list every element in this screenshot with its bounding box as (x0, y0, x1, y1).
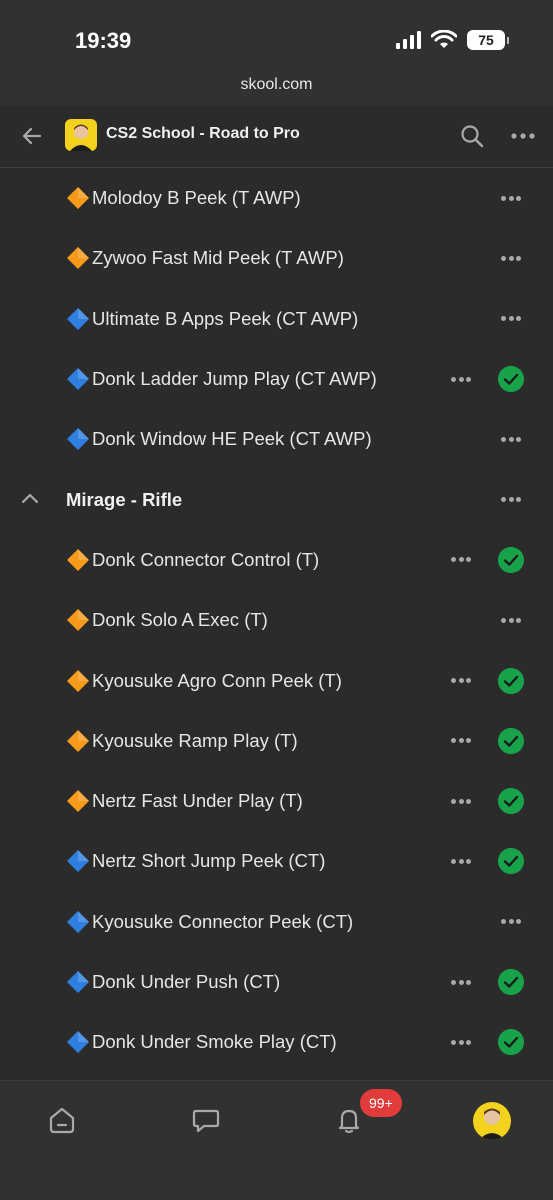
lesson-title[interactable]: Donk Connector Control (T) (92, 549, 319, 571)
more-icon[interactable] (448, 972, 474, 992)
check-icon (498, 546, 524, 573)
lesson-title[interactable]: Donk Under Push (CT) (92, 971, 280, 993)
blue-diamond-icon (67, 910, 89, 933)
bottom-nav: 99+ (0, 1080, 553, 1200)
check-icon (498, 727, 524, 754)
orange-diamond-icon (67, 669, 89, 692)
wifi-icon (431, 30, 457, 48)
url-text: skool.com (240, 76, 313, 93)
check-icon (498, 667, 524, 694)
lesson-row[interactable]: Molodoy B Peek (T AWP) (0, 168, 553, 228)
lesson-row[interactable]: Kyousuke Ramp Play (T) (0, 711, 553, 771)
more-icon[interactable] (498, 912, 524, 932)
more-icon[interactable] (448, 1032, 474, 1052)
lesson-title[interactable]: Nertz Fast Under Play (T) (92, 790, 303, 812)
lesson-list: Molodoy B Peek (T AWP) Zywoo Fast Mid Pee… (0, 168, 553, 1072)
blue-diamond-icon (67, 307, 89, 330)
home-icon[interactable] (47, 1105, 77, 1135)
lesson-row[interactable]: Donk Under Push (CT) (0, 952, 553, 1012)
bell-icon[interactable] (334, 1105, 364, 1135)
battery-level: 75 (478, 32, 494, 48)
more-icon[interactable] (448, 369, 474, 389)
more-icon[interactable] (448, 550, 474, 570)
lesson-title[interactable]: Kyousuke Connector Peek (CT) (92, 911, 353, 933)
signal-icon (396, 31, 421, 49)
back-arrow-icon[interactable] (18, 122, 46, 150)
orange-diamond-icon (67, 609, 89, 632)
check-icon (498, 366, 524, 393)
lesson-title[interactable]: Donk Solo A Exec (T) (92, 609, 268, 631)
lesson-row[interactable]: Ultimate B Apps Peek (CT AWP) (0, 289, 553, 349)
more-icon[interactable] (498, 248, 524, 268)
lesson-title[interactable]: Molodoy B Peek (T AWP) (92, 187, 301, 209)
lesson-title[interactable]: Nertz Short Jump Peek (CT) (92, 850, 325, 872)
more-icon[interactable] (498, 429, 524, 449)
orange-diamond-icon (67, 548, 89, 571)
lesson-row[interactable]: Zywoo Fast Mid Peek (T AWP) (0, 228, 553, 288)
check-icon (498, 1029, 524, 1056)
search-icon[interactable] (458, 122, 486, 150)
group-title[interactable]: CS2 School - Road to Pro (106, 125, 300, 143)
lesson-row[interactable]: Donk Ladder Jump Play (CT AWP) (0, 349, 553, 409)
status-time: 19:39 (75, 28, 132, 53)
status-bar: 19:39 75 (0, 0, 553, 70)
lesson-title[interactable]: Ultimate B Apps Peek (CT AWP) (92, 308, 358, 330)
more-icon[interactable] (448, 791, 474, 811)
lesson-row[interactable]: Donk Solo A Exec (T) (0, 590, 553, 650)
group-avatar[interactable] (65, 119, 97, 151)
section-header[interactable]: Mirage - Rifle (0, 469, 553, 529)
orange-diamond-icon (67, 790, 89, 813)
lesson-row[interactable]: Donk Under Smoke Play (CT) (0, 1012, 553, 1072)
chat-icon[interactable] (191, 1105, 221, 1135)
url-bar[interactable]: skool.com (0, 70, 553, 106)
more-icon[interactable] (498, 610, 524, 630)
lesson-title[interactable]: Donk Window HE Peek (CT AWP) (92, 428, 372, 450)
check-icon (498, 788, 524, 815)
lesson-title[interactable]: Kyousuke Ramp Play (T) (92, 730, 298, 752)
lesson-title[interactable]: Donk Ladder Jump Play (CT AWP) (92, 368, 377, 390)
profile-avatar[interactable] (473, 1102, 511, 1140)
orange-diamond-icon (67, 187, 89, 210)
blue-diamond-icon (67, 1031, 89, 1054)
lesson-title[interactable]: Zywoo Fast Mid Peek (T AWP) (92, 247, 344, 269)
lesson-row[interactable]: Donk Window HE Peek (CT AWP) (0, 409, 553, 469)
page-header: CS2 School - Road to Pro (0, 106, 553, 168)
section-more-icon[interactable] (498, 490, 524, 510)
chevron-up-icon[interactable] (18, 487, 42, 511)
section-title: Mirage - Rifle (66, 488, 183, 510)
more-icon[interactable] (448, 851, 474, 871)
blue-diamond-icon (67, 428, 89, 451)
blue-diamond-icon (67, 971, 89, 993)
battery-icon: 75 (467, 30, 509, 50)
lesson-row[interactable]: Kyousuke Connector Peek (CT) (0, 892, 553, 952)
lesson-row[interactable]: Kyousuke Agro Conn Peek (T) (0, 650, 553, 710)
check-icon (498, 848, 524, 875)
orange-diamond-icon (67, 729, 89, 752)
orange-diamond-icon (67, 247, 89, 270)
more-icon[interactable] (498, 309, 524, 329)
lesson-title[interactable]: Donk Under Smoke Play (CT) (92, 1031, 337, 1053)
more-icon[interactable] (448, 671, 474, 691)
status-icons: 75 (396, 30, 509, 50)
more-icon[interactable] (508, 122, 538, 150)
more-icon[interactable] (498, 188, 524, 208)
check-icon (498, 969, 524, 995)
lesson-title[interactable]: Kyousuke Agro Conn Peek (T) (92, 670, 342, 692)
lesson-row[interactable]: Nertz Short Jump Peek (CT) (0, 831, 553, 891)
more-icon[interactable] (448, 731, 474, 751)
lesson-row[interactable]: Nertz Fast Under Play (T) (0, 771, 553, 831)
notifications-badge: 99+ (360, 1089, 402, 1117)
lesson-row[interactable]: Donk Connector Control (T) (0, 530, 553, 590)
blue-diamond-icon (67, 368, 89, 391)
blue-diamond-icon (67, 850, 89, 873)
